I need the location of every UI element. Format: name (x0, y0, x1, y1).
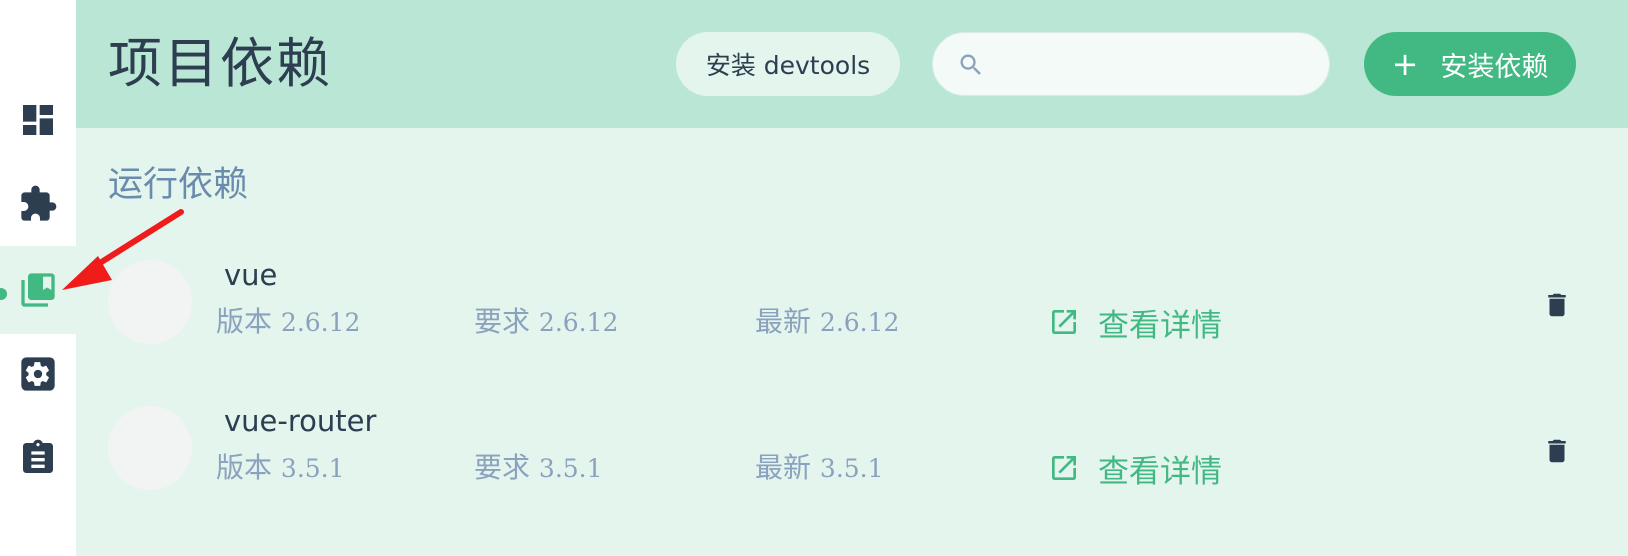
section-title: 运行依赖 (108, 165, 249, 205)
dependency-required: 要求 3.5.1 (474, 448, 603, 489)
latest-value: 3.5.1 (819, 454, 884, 483)
open-in-new-icon (1052, 310, 1076, 334)
dependency-avatar (108, 260, 192, 344)
nav-dashboard[interactable] (0, 76, 76, 164)
trash-icon (1548, 293, 1566, 317)
view-details-link[interactable]: 查看详情 (1048, 300, 1222, 344)
dependency-version: 版本 2.6.12 (216, 302, 360, 343)
latest-label: 最新 (755, 451, 812, 484)
nav-configuration[interactable] (0, 330, 76, 418)
version-value: 3.5.1 (280, 454, 345, 483)
dependency-latest: 最新 3.5.1 (755, 448, 884, 489)
search-input[interactable] (997, 43, 1311, 87)
view-details-link[interactable]: 查看详情 (1048, 446, 1222, 490)
dependency-row: vue 版本 2.6.12 要求 2.6.12 最新 2.6.12 查看详情 (76, 240, 1628, 370)
library-books-icon (21, 273, 55, 307)
nav-dependencies[interactable] (0, 246, 76, 334)
dependency-latest: 最新 2.6.12 (755, 302, 899, 343)
settings-icon (21, 357, 55, 391)
header-bar: 项目依赖 安装 devtools + 安装依赖 (76, 0, 1628, 128)
plus-icon: + (1391, 45, 1419, 83)
sidebar (0, 0, 76, 556)
required-value: 2.6.12 (538, 308, 619, 337)
latest-value: 2.6.12 (819, 308, 900, 337)
dependency-name: vue (224, 258, 278, 292)
install-dependency-label: 安装依赖 (1440, 51, 1549, 83)
search-box[interactable] (932, 32, 1330, 96)
required-value: 3.5.1 (538, 454, 603, 483)
version-value: 2.6.12 (280, 308, 361, 337)
nav-plugins[interactable] (0, 160, 76, 248)
required-label: 要求 (474, 305, 531, 338)
page-title: 项目依赖 (108, 32, 332, 95)
puzzle-icon (21, 185, 57, 221)
delete-dependency-button[interactable] (1542, 288, 1572, 322)
search-icon (960, 54, 981, 75)
clipboard-icon (23, 439, 53, 473)
dashboard-icon (23, 105, 53, 135)
view-details-label: 查看详情 (1098, 307, 1222, 344)
required-label: 要求 (474, 451, 531, 484)
nav-tasks[interactable] (0, 414, 76, 502)
trash-icon (1548, 439, 1566, 463)
version-label: 版本 (216, 305, 273, 338)
dependency-name: vue-router (224, 404, 377, 438)
install-dependency-button[interactable]: + 安装依赖 (1364, 32, 1576, 96)
dependency-version: 版本 3.5.1 (216, 448, 345, 489)
view-details-label: 查看详情 (1098, 453, 1222, 490)
delete-dependency-button[interactable] (1542, 434, 1572, 468)
install-devtools-button[interactable]: 安装 devtools (676, 32, 900, 96)
dependency-avatar (108, 406, 192, 490)
latest-label: 最新 (755, 305, 812, 338)
dependency-row: vue-router 版本 3.5.1 要求 3.5.1 最新 3.5.1 查看… (76, 386, 1628, 516)
open-in-new-icon (1052, 456, 1076, 480)
version-label: 版本 (216, 451, 273, 484)
dependency-required: 要求 2.6.12 (474, 302, 618, 343)
